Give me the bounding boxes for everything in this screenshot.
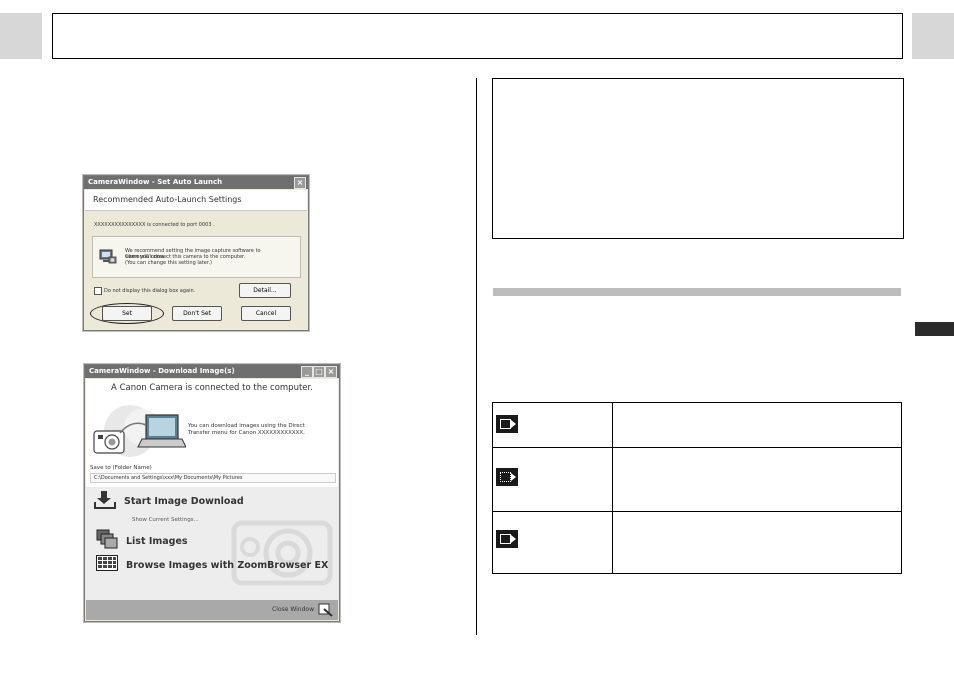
- start-download-button[interactable]: Start Image Download: [90, 489, 290, 511]
- transfer-all-icon: [496, 415, 518, 433]
- dialog-footer: Close Window: [86, 600, 338, 620]
- table-cell: [492, 447, 613, 512]
- header-right-tab: [912, 13, 954, 59]
- save-to-path: C:\Documents and Settings\xxx\My Documen…: [94, 475, 243, 481]
- camera-to-computer-illustration: [93, 405, 186, 457]
- cancel-button[interactable]: Cancel: [241, 306, 291, 321]
- recommend-text-3: (You can change this setting later.): [125, 260, 212, 266]
- save-to-path-field[interactable]: C:\Documents and Settings\xxx\My Documen…: [90, 473, 336, 483]
- table-cell: [612, 447, 902, 512]
- browse-images-label: Browse Images with ZoomBrowser EX: [126, 560, 329, 571]
- detail-button[interactable]: Detail...: [239, 283, 291, 298]
- chapter-index-mark: [915, 322, 954, 336]
- dialog-heading: Recommended Auto-Launch Settings: [85, 190, 307, 211]
- set-button[interactable]: Set: [102, 306, 152, 321]
- list-images-icon: [96, 529, 118, 549]
- show-settings-link[interactable]: Show Current Settings...: [132, 517, 199, 523]
- recommend-group: We recommend setting the image capture s…: [92, 236, 301, 278]
- transfer-new-icon: [496, 468, 518, 486]
- dialog-title-bar: CameraWindow - Download Image(s) _ □ ×: [85, 365, 339, 378]
- zoombrowser-icon: [96, 555, 118, 571]
- connected-heading: A Canon Camera is connected to the compu…: [111, 383, 313, 393]
- table-cell: [612, 402, 902, 448]
- download-images-dialog: CameraWindow - Download Image(s) _ □ × A…: [84, 364, 340, 622]
- maximize-icon[interactable]: □: [313, 366, 325, 378]
- table-cell: [492, 402, 613, 448]
- section-heading-bar: [493, 288, 901, 296]
- save-to-label: Save to (Folder Name): [90, 465, 152, 471]
- close-icon[interactable]: ×: [325, 366, 337, 378]
- minimize-icon[interactable]: _: [301, 366, 313, 378]
- direct-transfer-table: [492, 402, 902, 574]
- table-cell: [612, 511, 902, 574]
- transfer-selected-icon: [496, 530, 518, 548]
- connected-text: XXXXXXXXXXXXXXX is connected to port 000…: [94, 222, 215, 228]
- dont-show-checkbox[interactable]: [94, 287, 102, 295]
- close-window-icon[interactable]: [318, 603, 334, 617]
- list-images-label: List Images: [126, 536, 188, 547]
- dont-set-button[interactable]: Don't Set: [172, 306, 222, 321]
- column-divider: [476, 78, 477, 635]
- actions-panel: Start Image Download Show Current Settin…: [86, 487, 338, 600]
- browse-images-button[interactable]: Browse Images with ZoomBrowser EX: [90, 553, 335, 575]
- header-left-tab: [0, 13, 42, 59]
- dialog-title-bar: CameraWindow - Set Auto Launch ×: [84, 176, 308, 189]
- checkbox-label: Do not display this dialog box again.: [104, 288, 196, 294]
- close-icon[interactable]: ×: [294, 177, 306, 189]
- note-box: [492, 78, 904, 239]
- header-title-box: [52, 13, 903, 59]
- start-download-label: Start Image Download: [124, 496, 244, 507]
- dialog-body: A Canon Camera is connected to the compu…: [86, 379, 338, 620]
- info-text-2: Transfer menu for Canon XXXXXXXXXXXX.: [188, 430, 305, 436]
- set-auto-launch-dialog: CameraWindow - Set Auto Launch × Recomme…: [83, 175, 309, 331]
- close-window-label[interactable]: Close Window: [272, 606, 314, 613]
- download-icon: [94, 491, 116, 509]
- table-cell: [492, 511, 613, 574]
- dialog-title: CameraWindow - Download Image(s): [89, 367, 235, 375]
- table-row: [492, 402, 902, 448]
- dialog-title: CameraWindow - Set Auto Launch: [88, 178, 223, 186]
- table-row: [492, 511, 902, 574]
- list-images-button[interactable]: List Images: [90, 527, 250, 551]
- table-row: [492, 447, 902, 512]
- computer-camera-icon: [99, 249, 117, 264]
- info-text-1: You can download images using the Direct: [188, 423, 305, 429]
